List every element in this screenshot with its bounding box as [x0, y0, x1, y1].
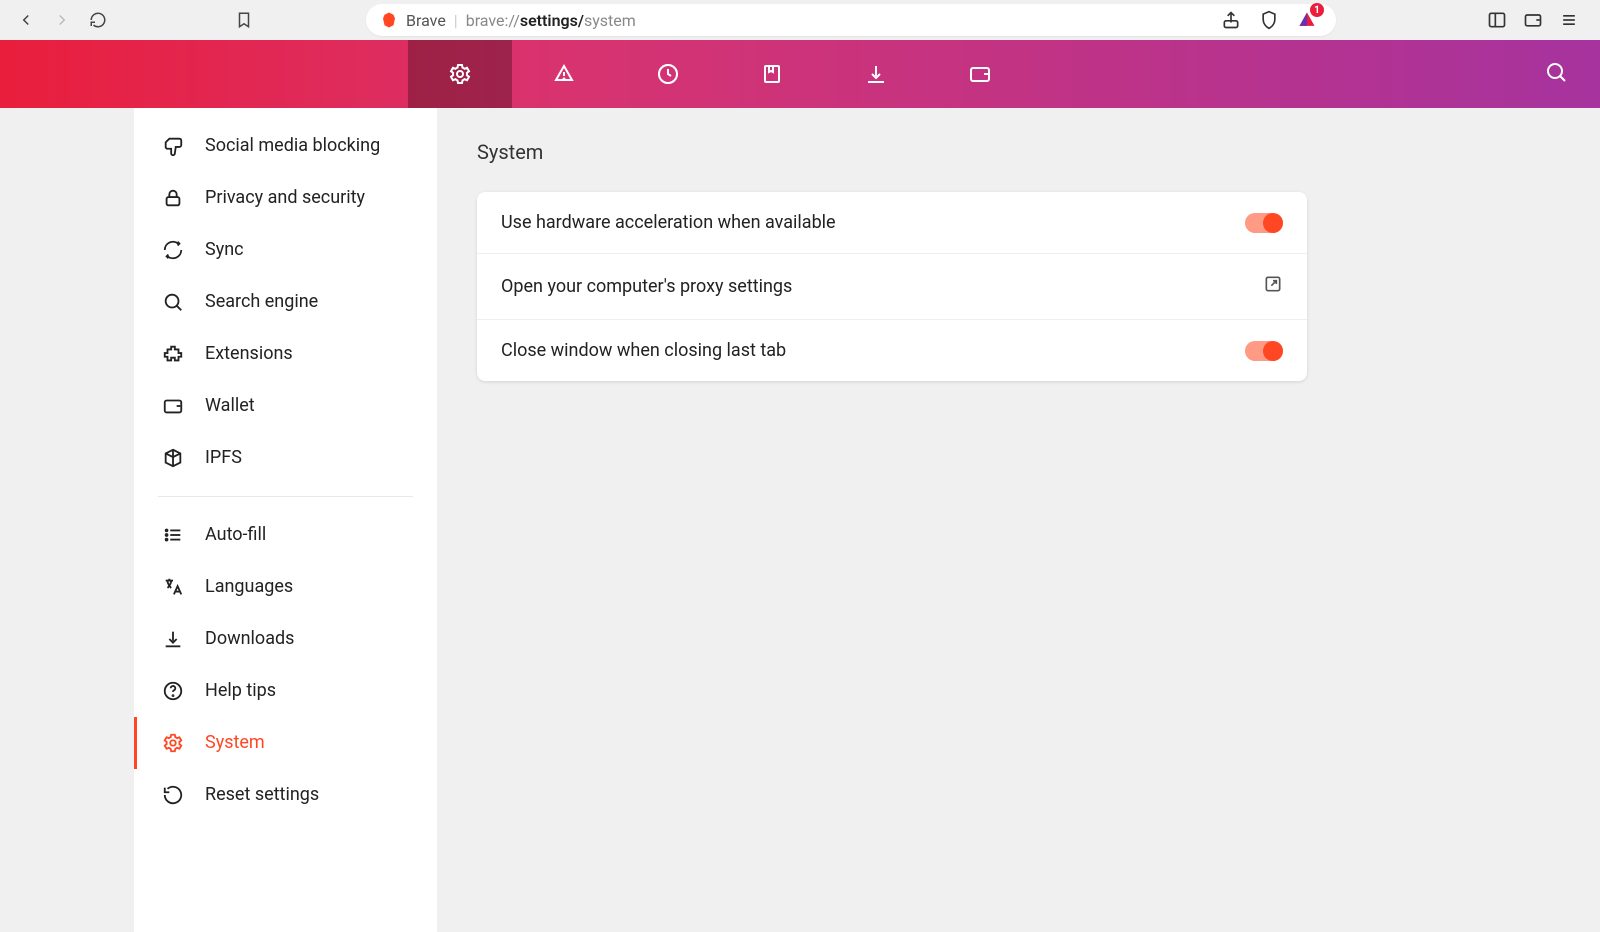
- sidebar-item-label: Auto-fill: [205, 523, 266, 546]
- settings-body: Social media blocking Privacy and securi…: [0, 108, 1600, 932]
- brave-shields-icon[interactable]: [1254, 5, 1284, 35]
- reset-icon: [161, 783, 185, 807]
- rewards-badge: 1: [1310, 3, 1324, 17]
- external-link-icon: [1263, 274, 1283, 299]
- sidebar-item-system[interactable]: System: [134, 717, 437, 769]
- sidebar-item-ipfs[interactable]: IPFS: [134, 432, 437, 484]
- settings-card: Use hardware acceleration when available…: [477, 192, 1307, 381]
- back-button[interactable]: [12, 6, 40, 34]
- share-icon[interactable]: [1216, 5, 1246, 35]
- menu-button[interactable]: [1554, 5, 1584, 35]
- hardware-accel-toggle[interactable]: [1245, 213, 1283, 233]
- sidebar-item-wallet[interactable]: Wallet: [134, 380, 437, 432]
- tab-history[interactable]: [616, 40, 720, 108]
- wallet-toolbar-icon[interactable]: [1518, 5, 1548, 35]
- settings-content: System Use hardware acceleration when av…: [437, 108, 1600, 932]
- forward-button[interactable]: [48, 6, 76, 34]
- sidebar-item-label: Privacy and security: [205, 186, 365, 209]
- sidebar-item-label: IPFS: [205, 446, 242, 469]
- setting-label: Open your computer's proxy settings: [501, 276, 792, 297]
- sidebar-item-privacy[interactable]: Privacy and security: [134, 172, 437, 224]
- settings-sidebar: Social media blocking Privacy and securi…: [134, 108, 437, 932]
- sidebar-item-downloads[interactable]: Downloads: [134, 613, 437, 665]
- sidebar-item-label: Help tips: [205, 679, 276, 702]
- setting-close-last-tab: Close window when closing last tab: [477, 320, 1307, 381]
- address-bar[interactable]: Brave | brave://settings/system 1: [366, 4, 1336, 36]
- brave-logo-icon: [380, 11, 398, 29]
- help-icon: [161, 679, 185, 703]
- bookmark-button[interactable]: [230, 6, 258, 34]
- tab-downloads[interactable]: [824, 40, 928, 108]
- download-icon: [161, 627, 185, 651]
- cube-icon: [161, 446, 185, 470]
- sidebar-item-label: Reset settings: [205, 783, 319, 806]
- translate-icon: [161, 575, 185, 599]
- tab-shields[interactable]: [512, 40, 616, 108]
- sidebar-item-label: Wallet: [205, 394, 255, 417]
- sidebar-divider: [158, 496, 413, 497]
- settings-header: [0, 40, 1600, 108]
- reload-button[interactable]: [84, 6, 112, 34]
- page-title: System: [477, 140, 1560, 164]
- wallet-icon: [161, 394, 185, 418]
- browser-toolbar: Brave | brave://settings/system 1: [0, 0, 1600, 40]
- sidebar-item-label: Extensions: [205, 342, 293, 365]
- brave-rewards-icon[interactable]: 1: [1292, 5, 1322, 35]
- setting-label: Use hardware acceleration when available: [501, 212, 836, 233]
- sidebar-item-label: Search engine: [205, 290, 318, 313]
- url-scheme-label: Brave: [406, 11, 446, 30]
- sidebar-item-sync[interactable]: Sync: [134, 224, 437, 276]
- setting-hardware-accel: Use hardware acceleration when available: [477, 192, 1307, 254]
- sidebar-item-autofill[interactable]: Auto-fill: [134, 509, 437, 561]
- close-last-tab-toggle[interactable]: [1245, 341, 1283, 361]
- sidebar-item-languages[interactable]: Languages: [134, 561, 437, 613]
- sidebar-item-label: Languages: [205, 575, 293, 598]
- sidebar-toggle-icon[interactable]: [1482, 5, 1512, 35]
- sidebar-item-label: System: [205, 731, 265, 754]
- tab-bookmarks[interactable]: [720, 40, 824, 108]
- sidebar-item-label: Sync: [205, 238, 244, 261]
- sidebar-item-reset[interactable]: Reset settings: [134, 769, 437, 821]
- sidebar-item-label: Downloads: [205, 627, 294, 650]
- sidebar-item-social-media[interactable]: Social media blocking: [134, 120, 437, 172]
- list-icon: [161, 523, 185, 547]
- settings-search-button[interactable]: [1544, 60, 1568, 88]
- gear-icon: [161, 731, 185, 755]
- tab-settings[interactable]: [408, 40, 512, 108]
- sidebar-item-helptips[interactable]: Help tips: [134, 665, 437, 717]
- setting-proxy-link[interactable]: Open your computer's proxy settings: [477, 254, 1307, 320]
- search-icon: [161, 290, 185, 314]
- tab-wallet[interactable]: [928, 40, 1032, 108]
- sidebar-item-extensions[interactable]: Extensions: [134, 328, 437, 380]
- address-url: brave://settings/system: [466, 11, 636, 30]
- lock-icon: [161, 186, 185, 210]
- sync-icon: [161, 238, 185, 262]
- sidebar-item-search[interactable]: Search engine: [134, 276, 437, 328]
- thumbs-down-icon: [161, 134, 185, 158]
- setting-label: Close window when closing last tab: [501, 340, 786, 361]
- puzzle-icon: [161, 342, 185, 366]
- sidebar-item-label: Social media blocking: [205, 134, 380, 157]
